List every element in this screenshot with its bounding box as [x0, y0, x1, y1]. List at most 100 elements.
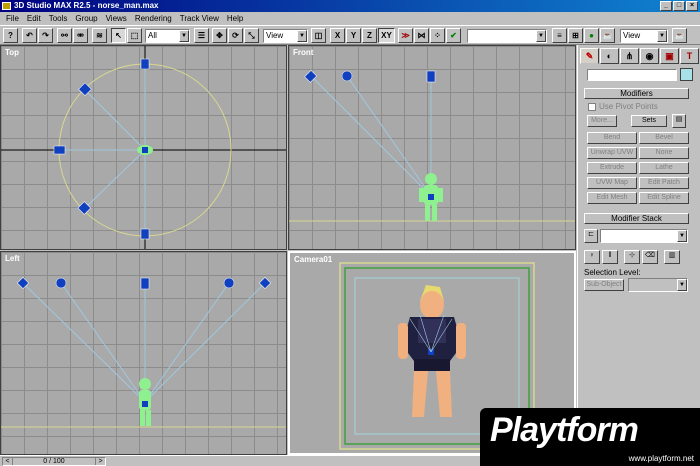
edit-spline-button[interactable]: Edit Spline	[639, 192, 689, 204]
chevron-down-icon: ▼	[657, 30, 667, 42]
move-icon[interactable]: ✥	[212, 28, 227, 43]
undo-icon[interactable]: ↶	[22, 28, 37, 43]
unlink-icon[interactable]: ⚮	[73, 28, 88, 43]
viewport-label-top: Top	[5, 48, 20, 57]
left-view-scene	[1, 276, 286, 428]
uvw-map-button[interactable]: UVW Map	[587, 177, 637, 189]
viewport-top[interactable]: Top	[0, 45, 287, 250]
lathe-button[interactable]: Lathe	[639, 162, 689, 174]
viewport-front[interactable]: Front	[288, 45, 576, 250]
axis-xy-button[interactable]: XY	[378, 28, 395, 43]
axis-y-button[interactable]: Y	[346, 28, 361, 43]
menu-file[interactable]: File	[2, 12, 23, 25]
render-type-dropdown[interactable]: View ▼	[620, 29, 668, 43]
named-selection-dropdown[interactable]: ▼	[467, 29, 547, 43]
motion-tab-icon[interactable]: ◉	[640, 48, 659, 64]
select-arrow-icon[interactable]: ↖	[111, 28, 126, 43]
app-icon	[2, 2, 11, 10]
main-toolbar: ? ↶ ↷ ⚯ ⚮ ≋ ↖ ⬚ All ▼ ☰ ✥ ⟳ ⤡ View ▼ ◫ X…	[0, 25, 700, 45]
configure-sets-icon[interactable]: ▤	[672, 114, 686, 128]
select-by-name-icon[interactable]: ☰	[194, 28, 209, 43]
extrude-button[interactable]: Extrude	[587, 162, 637, 174]
menu-help[interactable]: Help	[223, 12, 247, 25]
menu-bar: File Edit Tools Group Views Rendering Tr…	[0, 12, 700, 25]
rotate-icon[interactable]: ⟳	[228, 28, 243, 43]
front-view-scene	[289, 69, 575, 222]
inverse-kinematics-icon[interactable]: ≫	[398, 28, 413, 43]
redo-icon[interactable]: ↷	[38, 28, 53, 43]
edit-stack-icon[interactable]: ▥	[664, 250, 680, 264]
menu-views[interactable]: Views	[102, 12, 131, 25]
menu-rendering[interactable]: Rendering	[131, 12, 176, 25]
object-color-swatch[interactable]	[680, 68, 693, 81]
schematic-icon[interactable]: ⊞	[568, 28, 583, 43]
edit-patch-button[interactable]: Edit Patch	[639, 177, 689, 189]
render-scene-icon[interactable]: ☕	[600, 28, 615, 43]
selection-filter-dropdown[interactable]: All ▼	[145, 29, 190, 43]
viewport-label-front: Front	[293, 48, 314, 57]
make-unique-icon[interactable]: ⊹	[624, 250, 640, 264]
link-icon[interactable]: ⚯	[57, 28, 72, 43]
frame-counter: 0 / 100	[43, 458, 65, 465]
use-pivot-points-label: Use Pivot Points	[599, 102, 658, 111]
next-frame-icon[interactable]: >	[95, 458, 105, 465]
title-bar: 3D Studio MAX R2.5 - norse_man.max _ □ ×	[0, 0, 700, 12]
time-slider[interactable]: < 0 / 100 >	[2, 457, 106, 466]
modifiers-rollout-header[interactable]: Modifiers	[584, 88, 689, 99]
sub-object-level-dropdown[interactable]: ▼	[628, 278, 688, 292]
previous-frame-icon[interactable]: <	[3, 458, 13, 465]
active-inactive-toggle-icon[interactable]: ♀	[584, 250, 600, 264]
viewport-label-camera: Camera01	[294, 255, 333, 264]
scale-icon[interactable]: ⤡	[244, 28, 259, 43]
utilities-tab-icon[interactable]: T	[680, 48, 699, 64]
command-panel: ✎ ◐ ⋔ ◉ ▣ T Modifiers Use Pivot Points M…	[577, 45, 700, 455]
edit-mesh-button[interactable]: Edit Mesh	[587, 192, 637, 204]
top-view-scene	[1, 46, 286, 249]
array-icon[interactable]: ⁘	[430, 28, 445, 43]
material-editor-icon[interactable]: ●	[584, 28, 599, 43]
pivot-center-icon[interactable]: ◫	[311, 28, 326, 43]
chevron-down-icon: ▼	[297, 30, 307, 42]
sub-object-button[interactable]: Sub-Object	[584, 279, 624, 291]
none-button[interactable]: None	[639, 147, 689, 159]
track-view-icon[interactable]: ≡	[552, 28, 567, 43]
axis-z-button[interactable]: Z	[362, 28, 377, 43]
viewport-left[interactable]: Left	[0, 251, 287, 455]
use-pivot-points-checkbox[interactable]	[588, 103, 596, 111]
pin-stack-icon[interactable]: ⊏	[584, 229, 598, 243]
unwrap-uvw-button[interactable]: Unwrap UVW	[587, 147, 637, 159]
remove-modifier-icon[interactable]: ⌫	[642, 250, 658, 264]
help-icon[interactable]: ?	[3, 28, 18, 43]
display-tab-icon[interactable]: ▣	[660, 48, 679, 64]
modifier-stack-rollout-header[interactable]: Modifier Stack	[584, 213, 689, 224]
reference-coord-dropdown[interactable]: View ▼	[263, 29, 308, 43]
align-icon[interactable]: ✔	[446, 28, 461, 43]
create-tab-icon[interactable]: ✎	[580, 48, 599, 64]
modifier-stack-dropdown[interactable]: ▼	[600, 229, 688, 243]
quick-render-icon[interactable]: ☕	[672, 28, 687, 43]
region-select-icon[interactable]: ⬚	[127, 28, 142, 43]
chevron-down-icon: ▼	[179, 30, 189, 42]
close-button[interactable]: ×	[686, 1, 698, 11]
menu-track-view[interactable]: Track View	[176, 12, 223, 25]
minimize-button[interactable]: _	[660, 1, 672, 11]
menu-group[interactable]: Group	[71, 12, 101, 25]
hierarchy-tab-icon[interactable]: ⋔	[620, 48, 639, 64]
maximize-button[interactable]: □	[673, 1, 685, 11]
show-end-result-icon[interactable]: ‖	[602, 250, 618, 264]
bend-button[interactable]: Bend	[587, 132, 637, 144]
norse-man-character	[398, 285, 466, 417]
selection-filter-value: All	[148, 31, 157, 40]
reference-coord-value: View	[266, 31, 284, 40]
mirror-icon[interactable]: ⋈	[414, 28, 429, 43]
bind-spacewarp-icon[interactable]: ≋	[92, 28, 107, 43]
sets-button[interactable]: Sets	[631, 115, 667, 127]
playtform-watermark: Playtform www.playtform.net	[480, 408, 700, 466]
menu-tools[interactable]: Tools	[45, 12, 72, 25]
menu-edit[interactable]: Edit	[23, 12, 45, 25]
axis-x-button[interactable]: X	[330, 28, 345, 43]
bevel-button[interactable]: Bevel	[639, 132, 689, 144]
object-name-field[interactable]	[587, 69, 677, 81]
modify-tab-icon[interactable]: ◐	[600, 48, 619, 64]
more-button[interactable]: More...	[587, 115, 617, 127]
